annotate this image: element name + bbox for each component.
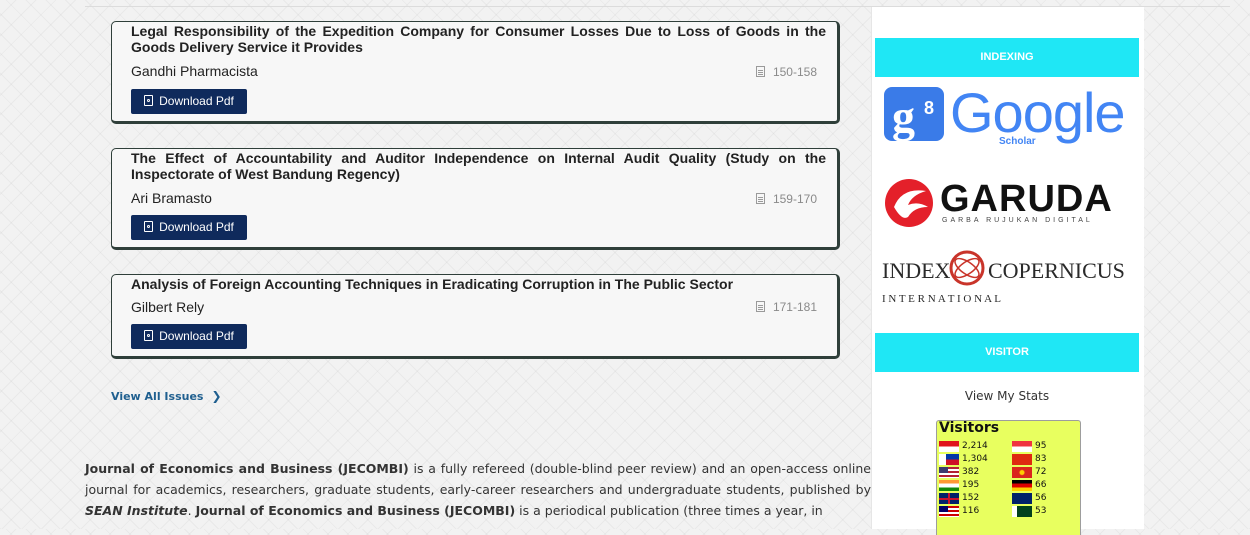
desc-text: is a periodical publication (three times… (515, 503, 823, 518)
china-flag-icon (1012, 454, 1032, 465)
visitor-count: 72 (1035, 467, 1047, 477)
indonesia-flag-icon (939, 441, 959, 452)
visitor-count: 152 (962, 493, 980, 503)
garuda-logo[interactable]: GARUDA GARBA RUJUKAN DIGITAL (882, 177, 1132, 229)
download-label: Download Pdf (159, 94, 234, 108)
visitor-row: 195 (939, 480, 979, 491)
article-card: Analysis of Foreign Accounting Technique… (111, 274, 840, 359)
main-content: Legal Responsibility of the Expedition C… (85, 0, 871, 529)
download-pdf-button[interactable]: Download Pdf (131, 324, 247, 349)
visitor-count: 382 (962, 467, 980, 477)
visitor-row: 2,214 (939, 441, 988, 452)
visitor-count: 1,304 (962, 454, 988, 464)
index-text: INDEX (882, 258, 951, 283)
index-copernicus-logo[interactable]: INDEX COPERNICUS I N T E R N A T I O N A… (882, 250, 1132, 310)
download-label: Download Pdf (159, 329, 234, 343)
visitor-row: 83 (1012, 454, 1046, 465)
google-text: Google (950, 81, 1126, 144)
pdf-icon (144, 330, 154, 341)
download-pdf-button[interactable]: Download Pdf (131, 89, 247, 114)
usa-flag-icon (939, 467, 959, 478)
malaysia-flag-icon (939, 506, 959, 517)
page-icon (755, 193, 765, 204)
visitor-row: 152 (939, 493, 979, 504)
article-title[interactable]: The Effect of Accountability and Auditor… (131, 150, 826, 182)
article-pages: 159-170 (755, 192, 817, 206)
desc-text: . (187, 503, 196, 518)
article-title[interactable]: Legal Responsibility of the Expedition C… (131, 23, 826, 55)
visitor-row: 66 (1012, 480, 1046, 491)
download-pdf-button[interactable]: Download Pdf (131, 215, 247, 240)
sidebar: INDEXING g 8 Google Scholar GARUDA GARBA… (871, 7, 1144, 535)
scholar-label: Scholar (999, 136, 1036, 147)
visitors-widget[interactable]: Visitors 2,214 1,304 382 195 152 116 95 … (936, 420, 1081, 535)
google-wordmark: Google (950, 81, 1126, 144)
visitor-count: 195 (962, 480, 980, 490)
view-my-stats-link[interactable]: View My Stats (875, 389, 1139, 403)
singapore-flag-icon (1012, 441, 1032, 452)
pages-label: 171-181 (772, 300, 817, 314)
australia-flag-icon (1012, 493, 1032, 504)
pakistan-flag-icon (1012, 506, 1032, 517)
visitor-row: 72 (1012, 467, 1046, 478)
garuda-emblem-icon (885, 179, 933, 227)
visitor-heading: VISITOR (875, 333, 1139, 372)
visitor-count: 56 (1035, 493, 1047, 503)
page-icon (755, 301, 765, 312)
publisher-name: SEAN Institute (85, 503, 188, 518)
pages-label: 159-170 (772, 192, 817, 206)
article-card: The Effect of Accountability and Auditor… (111, 148, 840, 250)
article-author: Ari Bramasto (131, 190, 212, 206)
pdf-icon (144, 221, 154, 232)
google-scholar-logo[interactable]: g 8 Google Scholar (882, 81, 1132, 147)
international-text: I N T E R N A T I O N A L (882, 293, 1001, 305)
chevron-right-icon: ❯ (211, 389, 222, 403)
visitor-count: 83 (1035, 454, 1047, 464)
visitor-row: 95 (1012, 441, 1046, 452)
germany-flag-icon (1012, 480, 1032, 491)
visitor-count: 2,214 (962, 441, 988, 451)
copernicus-globe-icon (949, 250, 985, 286)
garuda-text: GARUDA (940, 178, 1113, 220)
visitor-row: 382 (939, 467, 979, 478)
pdf-icon (144, 95, 154, 106)
article-title[interactable]: Analysis of Foreign Accounting Technique… (131, 276, 826, 292)
visitor-count: 116 (962, 506, 980, 516)
visitor-row: 56 (1012, 493, 1046, 504)
visitors-title: Visitors (939, 420, 1000, 436)
visitor-row: 116 (939, 506, 979, 517)
article-card: Legal Responsibility of the Expedition C… (111, 21, 840, 124)
visitor-row: 53 (1012, 506, 1046, 517)
indexing-heading: INDEXING (875, 38, 1139, 77)
visitor-row: 1,304 (939, 454, 988, 465)
journal-name: Journal of Economics and Business (JECOM… (195, 503, 516, 518)
visitor-count: 95 (1035, 441, 1047, 451)
article-author: Gilbert Rely (131, 299, 205, 315)
pages-label: 150-158 (772, 65, 817, 79)
visitor-count: 53 (1035, 506, 1047, 516)
article-pages: 171-181 (755, 300, 817, 314)
philippines-flag-icon (939, 454, 959, 465)
download-label: Download Pdf (159, 220, 234, 234)
svg-text:8: 8 (924, 98, 934, 118)
article-author: Gandhi Pharmacista (131, 63, 258, 79)
view-all-issues-link[interactable]: View All Issues ❯ (111, 389, 222, 403)
journal-description: Journal of Economics and Business (JECOM… (85, 458, 871, 521)
journal-name: Journal of Economics and Business (JECOM… (85, 461, 409, 476)
article-pages: 150-158 (755, 65, 817, 79)
svg-text:g: g (892, 91, 915, 142)
view-all-label: View All Issues (111, 390, 204, 403)
uk-flag-icon (939, 493, 959, 504)
visitor-count: 66 (1035, 480, 1047, 490)
india-flag-icon (939, 480, 959, 491)
copernicus-text: COPERNICUS (988, 258, 1125, 283)
garuda-subtitle: GARBA RUJUKAN DIGITAL (942, 217, 1093, 224)
vietnam-flag-icon (1012, 467, 1032, 478)
page-icon (755, 66, 765, 77)
